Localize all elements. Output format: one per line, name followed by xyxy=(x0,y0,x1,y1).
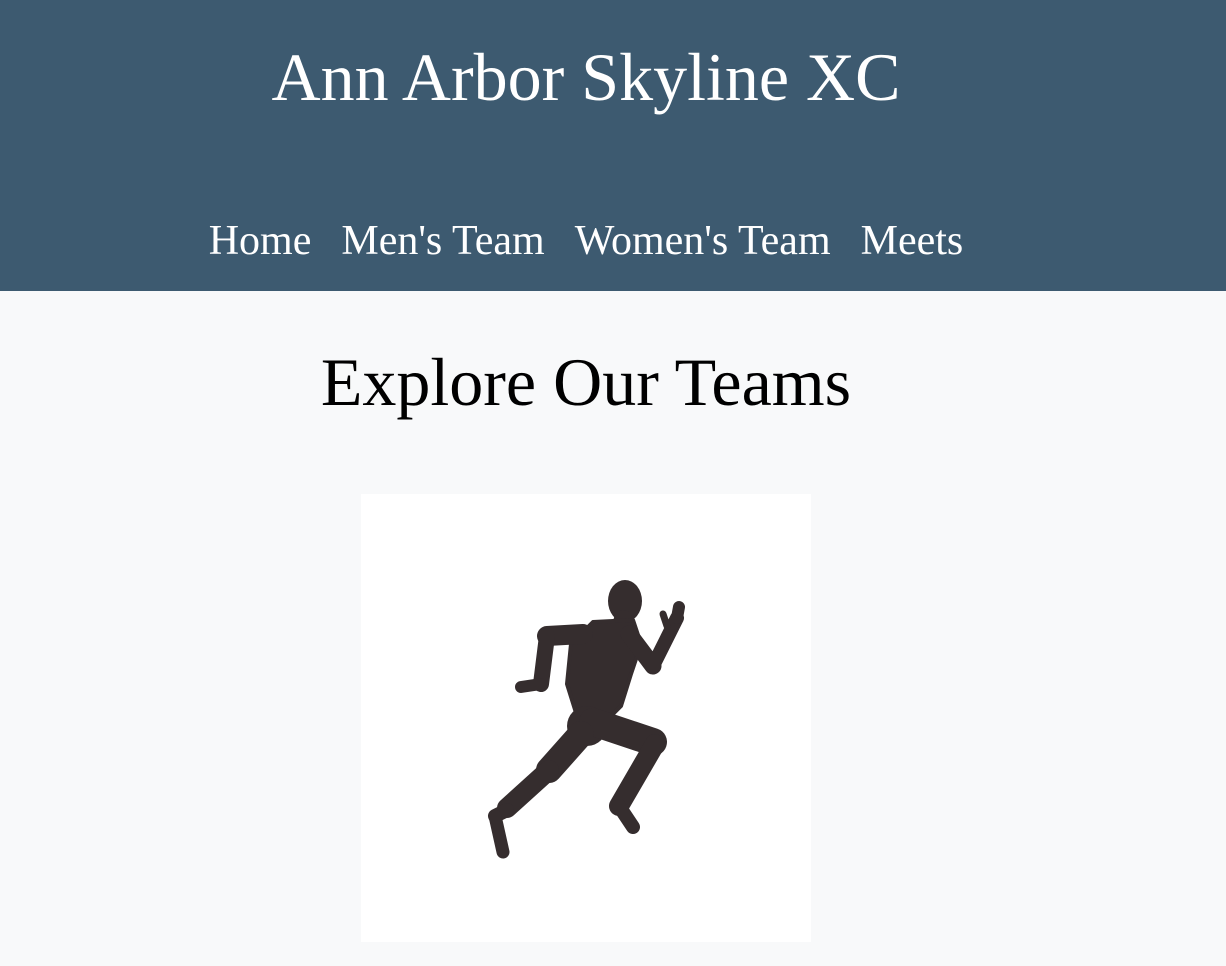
nav-link-womens-team[interactable]: Women's Team xyxy=(575,214,831,268)
nav-link-meets[interactable]: Meets xyxy=(861,214,964,268)
section-heading: Explore Our Teams xyxy=(320,344,852,420)
main-nav: Home Men's Team Women's Team Meets xyxy=(0,214,1172,268)
site-header: Ann Arbor Skyline XC Home Men's Team Wom… xyxy=(0,0,1226,291)
site-title: Ann Arbor Skyline XC xyxy=(271,39,901,115)
team-card[interactable] xyxy=(361,494,811,942)
nav-link-home[interactable]: Home xyxy=(209,214,312,268)
runner-silhouette-icon xyxy=(488,580,685,859)
nav-link-mens-team[interactable]: Men's Team xyxy=(341,214,544,268)
